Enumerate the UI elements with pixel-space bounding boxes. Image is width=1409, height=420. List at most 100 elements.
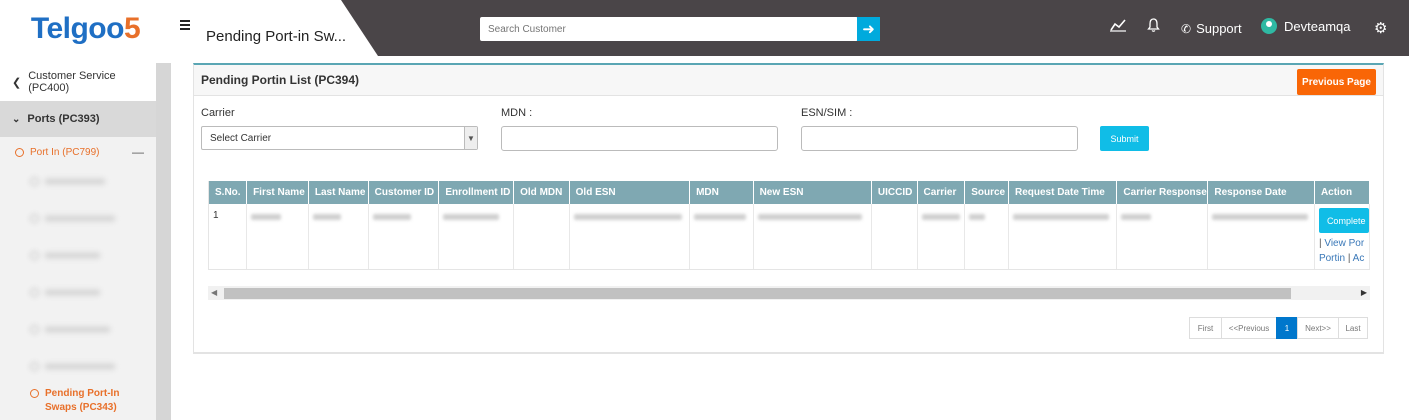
sidebar-subitem-redacted[interactable]	[0, 274, 156, 311]
mdn-input[interactable]	[501, 126, 778, 151]
circle-icon	[30, 362, 39, 371]
col-header-sno[interactable]: S.No.	[209, 181, 248, 204]
sidebar-scrollbar[interactable]	[156, 63, 171, 420]
collapse-minus-icon[interactable]: —	[132, 145, 144, 159]
col-header-request-date-time[interactable]: Request Date Time	[1008, 181, 1118, 204]
redacted-text	[45, 179, 105, 184]
sidebar-subitem-redacted[interactable]	[0, 200, 156, 237]
col-header-new-esn[interactable]: New ESN	[753, 181, 872, 204]
search-customer-input[interactable]	[480, 17, 858, 41]
sidebar-section-label: Ports (PC393)	[27, 113, 100, 125]
submit-button[interactable]: Submit	[1100, 126, 1149, 151]
redacted-text	[45, 216, 115, 221]
previous-page-button[interactable]: Previous Page	[1297, 69, 1376, 95]
esn-sim-label: ESN/SIM :	[801, 107, 853, 119]
sidebar-group-port-in[interactable]: Port In (PC799) —	[0, 141, 156, 163]
cell-last-name	[308, 204, 369, 269]
cell-response-date	[1207, 204, 1315, 269]
circle-icon	[30, 251, 39, 260]
col-header-action: Action	[1314, 181, 1370, 204]
table-horizontal-scrollbar[interactable]: ◀ ▶	[208, 286, 1370, 300]
cell-enrollment-id	[438, 204, 515, 269]
redacted-text	[372, 214, 411, 220]
top-bar: Pending Port-in Sw... ➜ ✆ Support Devtea…	[171, 0, 1409, 56]
pagination-last[interactable]: Last	[1338, 317, 1368, 339]
gear-icon[interactable]: ⚙	[1374, 19, 1387, 37]
col-header-enrollment-id[interactable]: Enrollment ID	[438, 181, 515, 204]
pending-portin-panel: Pending Portin List (PC394) Previous Pag…	[193, 63, 1384, 353]
redacted-text	[921, 214, 960, 220]
sidebar-subitem-redacted[interactable]	[0, 237, 156, 274]
cell-mdn	[689, 204, 754, 269]
pagination-previous[interactable]: <<Previous	[1221, 317, 1277, 339]
title-tab: Pending Port-in Sw...	[171, 0, 378, 56]
col-header-uiccid[interactable]: UICCID	[871, 181, 918, 204]
panel-header: Pending Portin List (PC394)	[194, 65, 1383, 96]
divider	[193, 353, 1384, 354]
portin-table-grid: S.No. First Name Last Name Customer ID E…	[209, 181, 1370, 269]
chevron-down-icon: ⌄	[12, 113, 21, 125]
redacted-text	[45, 253, 100, 258]
redacted-text	[312, 214, 341, 220]
cell-new-esn	[753, 204, 872, 269]
carrier-selected-value: Select Carrier	[210, 132, 272, 144]
sidebar-subitem-redacted[interactable]	[0, 348, 156, 385]
pagination-current-page[interactable]: 1	[1276, 317, 1298, 339]
cell-first-name	[246, 204, 309, 269]
pagination-first[interactable]: First	[1189, 317, 1222, 339]
col-header-carrier-response[interactable]: Carrier Response	[1116, 181, 1209, 204]
circle-icon	[15, 147, 24, 157]
view-portin-link[interactable]: View Por	[1324, 238, 1364, 249]
table-header-row: S.No. First Name Last Name Customer ID E…	[209, 181, 1370, 204]
col-header-last-name[interactable]: Last Name	[308, 181, 369, 204]
carrier-select[interactable]: Select Carrier ▼	[201, 126, 478, 150]
col-header-old-esn[interactable]: Old ESN	[569, 181, 691, 204]
scroll-right-arrow-icon[interactable]: ▶	[1361, 288, 1367, 297]
scrollbar-thumb[interactable]	[224, 288, 1291, 299]
sidebar-back-label: Customer Service (PC400)	[28, 70, 116, 94]
complete-button[interactable]: Complete	[1318, 208, 1369, 233]
redacted-text	[694, 214, 747, 220]
col-header-old-mdn[interactable]: Old MDN	[513, 181, 570, 204]
action-links: | View Por Portin | Ac	[1318, 238, 1365, 264]
analytics-chart-icon[interactable]	[1110, 18, 1126, 35]
cell-source	[964, 204, 1009, 269]
sidebar-section-ports[interactable]: ⌄ Ports (PC393)	[0, 101, 156, 137]
telgoo5-logo[interactable]: Telgoo5	[0, 0, 171, 58]
pagination-next[interactable]: Next>>	[1297, 317, 1339, 339]
sidebar-subitem-redacted[interactable]	[0, 163, 156, 200]
support-label: Support	[1196, 21, 1242, 36]
col-header-first-name[interactable]: First Name	[246, 181, 309, 204]
circle-icon	[30, 389, 39, 398]
sidebar-group-label: Port In (PC799)	[30, 146, 100, 158]
esn-sim-input[interactable]	[801, 126, 1078, 151]
sidebar-back-customer-service[interactable]: ❮ Customer Service (PC400)	[0, 63, 156, 101]
scroll-left-arrow-icon[interactable]: ◀	[211, 288, 217, 297]
portin-link[interactable]: Portin	[1319, 253, 1345, 264]
arrow-right-icon: ➜	[862, 21, 875, 38]
col-header-carrier[interactable]: Carrier	[917, 181, 966, 204]
col-header-customer-id[interactable]: Customer ID	[368, 181, 440, 204]
search-arrow-button[interactable]: ➜	[857, 17, 880, 41]
circle-icon	[30, 177, 39, 186]
support-link[interactable]: ✆ Support	[1181, 21, 1242, 36]
bell-notification-icon[interactable]	[1147, 18, 1160, 36]
col-header-response-date[interactable]: Response Date	[1207, 181, 1315, 204]
sidebar-subitem-redacted[interactable]	[0, 311, 156, 348]
sidebar-item-pending-port-in-swaps[interactable]: Pending Port-In Swaps (PC343)	[0, 387, 156, 415]
redacted-text	[45, 327, 110, 332]
user-menu[interactable]: Devteamqa	[1261, 18, 1350, 34]
sidebar: Telgoo5 ❮ Customer Service (PC400) ⌄ Por…	[0, 0, 171, 420]
cell-carrier	[917, 204, 966, 269]
chevron-down-icon: ▼	[464, 127, 477, 149]
col-header-mdn[interactable]: MDN	[689, 181, 754, 204]
pagination: First <<Previous 1 Next>> Last	[1189, 317, 1368, 339]
phone-icon: ✆	[1181, 21, 1192, 36]
side-menu: ❮ Customer Service (PC400) ⌄ Ports (PC39…	[0, 63, 156, 420]
cell-old-esn	[569, 204, 691, 269]
cell-old-mdn	[513, 204, 570, 269]
hamburger-menu-icon[interactable]	[180, 20, 190, 30]
action-link[interactable]: Ac	[1353, 253, 1365, 264]
col-header-source[interactable]: Source	[964, 181, 1009, 204]
cell-request-date-time	[1008, 204, 1118, 269]
